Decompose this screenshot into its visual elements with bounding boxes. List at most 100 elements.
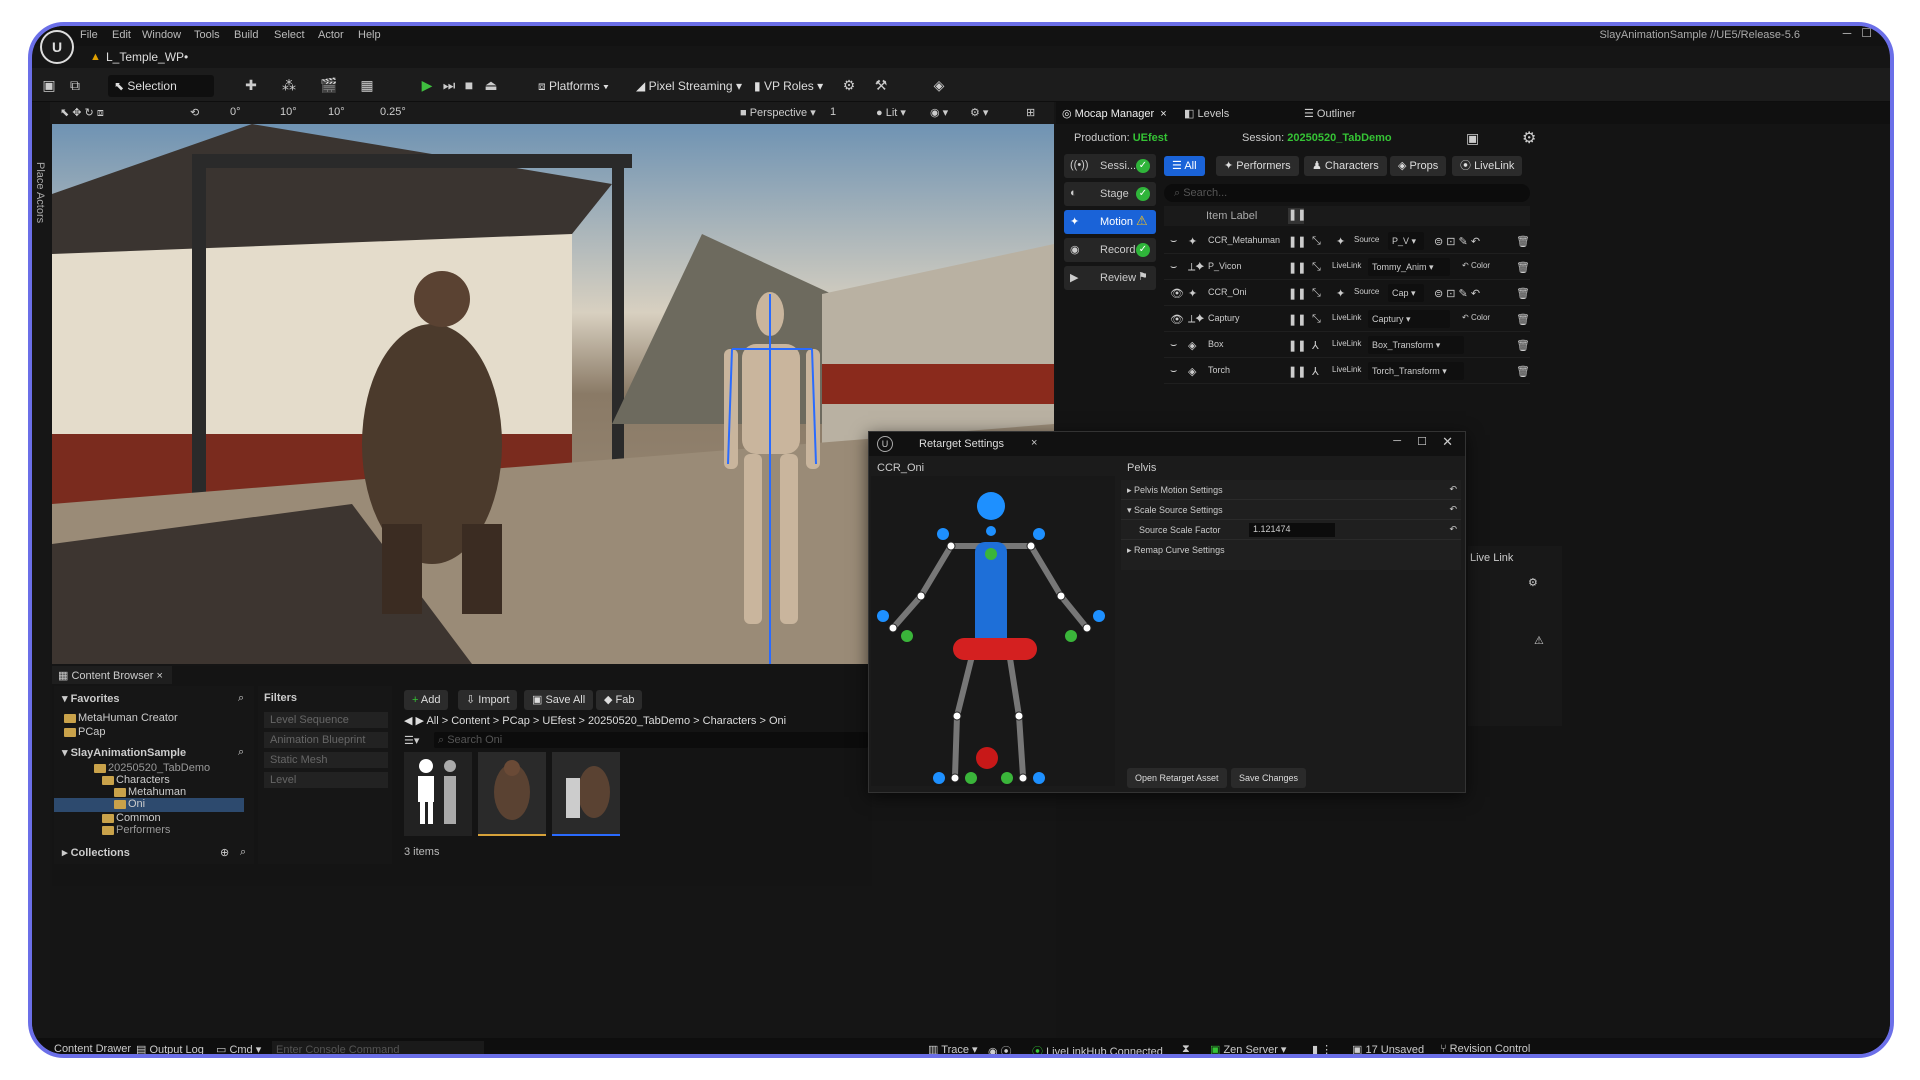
visibility-icon[interactable]: ⌣	[1170, 365, 1177, 378]
settings-icon[interactable]: ⚙ ▾	[970, 106, 988, 119]
pause-icon[interactable]: ❚❚	[1288, 287, 1306, 300]
filter-all[interactable]: ☰ All	[1164, 156, 1205, 176]
section-scale-source[interactable]: ▾ Scale Source Settings ↶	[1121, 500, 1461, 520]
step-record[interactable]: ◉ Record ✓	[1064, 238, 1156, 262]
import-button[interactable]: ⇩ Import	[458, 690, 518, 710]
list-item[interactable]: 👁 ⟂✦ Captury ❚❚ ⤡ LiveLink Captury ▾ ↶ Col…	[1164, 306, 1530, 332]
selection-mode-dropdown[interactable]: ⬉ Selection Mode ▾	[108, 75, 214, 115]
section-pelvis-motion[interactable]: ▸ Pelvis Motion Settings ↶	[1121, 480, 1461, 500]
asset-thumb-oni[interactable]	[478, 752, 546, 836]
add-actor-icon[interactable]: ✚	[242, 76, 260, 94]
filter-performers[interactable]: ✦ Performers	[1216, 156, 1299, 176]
visibility-icon[interactable]: ⌣	[1170, 235, 1177, 248]
show-icon[interactable]: ◉ ▾	[930, 106, 948, 119]
skeleton-viewport[interactable]	[871, 476, 1115, 786]
rotation-snap[interactable]: 10°	[328, 106, 345, 118]
filter-item[interactable]: Level	[264, 772, 388, 788]
visibility-icon[interactable]: 👁	[1170, 287, 1184, 300]
search-oni-input[interactable]: ⌕ Search Oni	[434, 732, 868, 748]
transform-icon[interactable]: ⟲	[190, 106, 199, 119]
transform-icon[interactable]: ⅄	[1312, 339, 1319, 352]
search-icon[interactable]: ⌕	[238, 692, 244, 705]
close-icon[interactable]: ✕	[1442, 434, 1453, 450]
content-browser-tab[interactable]: ▦ Content Browser ×	[52, 666, 172, 684]
tab-mocap-manager[interactable]: ◎ Mocap Manager ×	[1062, 107, 1167, 120]
browse-icon[interactable]: ⧉	[66, 76, 84, 94]
trace-dropdown[interactable]: ▥ Trace ▾	[928, 1043, 978, 1054]
revision-control-button[interactable]: ⑂ Revision Control	[1440, 1043, 1530, 1054]
list-item[interactable]: ⌣ ✦ CCR_Metahuman ❚❚ ⤡ ✦ Source P_V ▾ ⊜ ⊡ ✎…	[1164, 228, 1530, 254]
menu-file[interactable]: File	[80, 29, 98, 41]
tab-levels[interactable]: ◧ Levels	[1184, 107, 1229, 120]
livelink-dropdown[interactable]: Box_Transform ▾	[1368, 336, 1464, 354]
project-header[interactable]: ▾ SlayAnimationSample	[62, 746, 186, 759]
path-item[interactable]: Content	[451, 715, 490, 727]
add-button[interactable]: + Add	[404, 690, 449, 710]
tree-item-selected[interactable]: Oni	[54, 798, 244, 812]
perspective-dropdown[interactable]: ■ Perspective ▾	[740, 106, 816, 119]
trash-icon[interactable]: 🗑	[1516, 235, 1530, 248]
livelink-dropdown[interactable]: Torch_Transform ▾	[1368, 362, 1464, 380]
pause-icon[interactable]: ❚❚	[1288, 365, 1306, 378]
path-item[interactable]: 20250520_TabDemo	[588, 715, 690, 727]
fav-item-metahuman[interactable]: MetaHuman Creator	[64, 712, 178, 724]
signal-icon[interactable]: ▮ ⋮	[1312, 1043, 1332, 1054]
camera-count[interactable]: 1	[830, 106, 836, 118]
level-tab[interactable]: ▲ L_Temple_WP•	[82, 46, 202, 68]
step-stage[interactable]: ◐ Stage ✓	[1064, 182, 1156, 206]
list-item[interactable]: 👁 ✦ CCR_Oni ❚❚ ⤡ ✦ Source Cap ▾ ⊜ ⊡ ✎ ↶ 🗑	[1164, 280, 1530, 306]
platforms-dropdown[interactable]: ⧈ Platforms ▾	[532, 75, 615, 97]
gear-icon[interactable]: ⚙	[1522, 128, 1536, 148]
step-motion[interactable]: ✦ Motion ⚠	[1064, 210, 1156, 234]
layout-icon[interactable]: ⊞	[1026, 106, 1035, 119]
filter-item[interactable]: Level Sequence	[264, 712, 388, 728]
output-log-button[interactable]: ▤ Output Log	[136, 1043, 204, 1054]
mocap-search-input[interactable]: ⌕ Search...	[1164, 184, 1530, 202]
history-icon[interactable]: ◀ ▶	[404, 715, 426, 727]
tree-item[interactable]: Common	[102, 812, 161, 824]
eject-icon[interactable]: ⏏	[482, 76, 500, 94]
scale-factor-input[interactable]: 1.121474	[1249, 523, 1335, 537]
visibility-icon[interactable]: ⌣	[1170, 339, 1177, 352]
reset-icon[interactable]: ↶	[1449, 524, 1457, 535]
filter-icon[interactable]: ☰▾	[404, 734, 419, 747]
unsaved-button[interactable]: ▣ 17 Unsaved	[1352, 1043, 1424, 1054]
save-all-button[interactable]: ▣ Save All	[524, 690, 594, 710]
collections-header[interactable]: ▸ Collections	[62, 846, 130, 859]
filter-props[interactable]: ◈ Props	[1390, 156, 1447, 176]
puzzle-icon[interactable]: ⚙	[840, 76, 858, 94]
pause-icon[interactable]: ❚❚	[1288, 261, 1306, 274]
menu-window[interactable]: Window	[142, 29, 181, 41]
row-actions-icons[interactable]: ⊜ ⊡ ✎ ↶	[1434, 287, 1480, 300]
retarget-icon[interactable]: ⤡	[1312, 313, 1321, 326]
fab-button[interactable]: ◆ Fab	[596, 690, 643, 710]
trash-icon[interactable]: 🗑	[1516, 261, 1530, 274]
retarget-icon[interactable]: ⤡	[1312, 287, 1321, 300]
place-actors-sidebar[interactable]: Place Actors	[32, 102, 50, 1054]
tree-item[interactable]: Performers	[102, 824, 170, 836]
production-value[interactable]: UEfest	[1133, 132, 1168, 144]
step-review[interactable]: ▶ Review ⚑	[1064, 266, 1156, 290]
menu-edit[interactable]: Edit	[112, 29, 131, 41]
filter-characters[interactable]: ♟ Characters	[1304, 156, 1387, 176]
gear-icon[interactable]: ⚙	[1528, 576, 1538, 589]
pause-icon[interactable]: ❚❚	[1288, 339, 1306, 352]
console-input[interactable]: Enter Console Command	[272, 1041, 484, 1054]
retarget-icon[interactable]: ⤡	[1312, 261, 1321, 274]
reset-icon[interactable]: ↶	[1449, 484, 1457, 495]
close-icon[interactable]: ×	[156, 670, 162, 682]
asset-thumb-retarget[interactable]	[552, 752, 620, 836]
visibility-icon[interactable]: 👁	[1170, 313, 1184, 326]
trash-icon[interactable]: 🗑	[1516, 287, 1530, 300]
favorites-header[interactable]: ▾ Favorites	[62, 692, 120, 705]
color-field[interactable]: ↶ Color	[1462, 261, 1490, 270]
list-item[interactable]: ⌣ ⟂✦ P_Vicon ❚❚ ⤡ LiveLink Tommy_Anim ▾ ↶ …	[1164, 254, 1530, 280]
stop-icon[interactable]: ■	[460, 76, 478, 94]
grid-snap[interactable]: 10°	[280, 106, 297, 118]
livelink-icon[interactable]: ◈	[930, 76, 948, 94]
path-item[interactable]: PCap	[502, 715, 530, 727]
surface-snap[interactable]: 0°	[230, 106, 241, 118]
play-icon[interactable]: ▶	[418, 76, 436, 94]
minimize-icon[interactable]: ─	[1393, 435, 1401, 447]
row-actions-icons[interactable]: ⊜ ⊡ ✎ ↶	[1434, 235, 1480, 248]
